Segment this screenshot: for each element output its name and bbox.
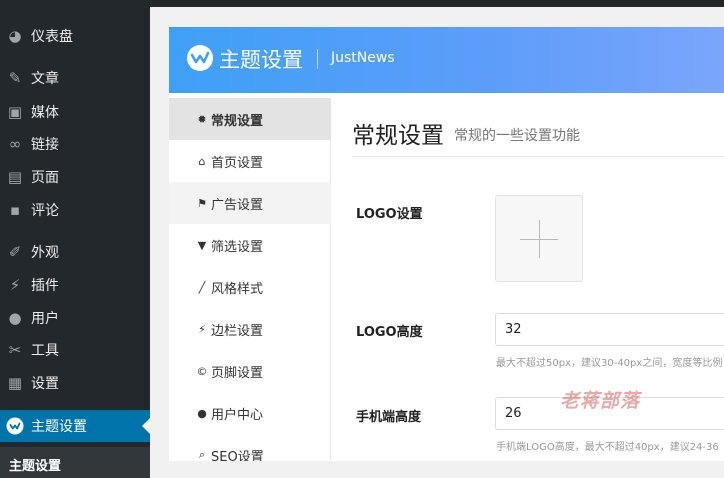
logo-height-label: LOGO高度 (356, 325, 423, 340)
page-bottom-edge (150, 461, 724, 478)
flag-icon: ⚑ (197, 196, 207, 210)
tab-label: 广告设置 (211, 197, 264, 213)
page-icon: ▤ (7, 168, 23, 186)
tab-ads[interactable]: ⚑ 广告设置 (169, 182, 331, 224)
wp-menu-label: 插件 (31, 278, 59, 294)
panel-header: 主题设置 JustNews (169, 27, 724, 93)
wp-menu-tools[interactable]: ✂ 工具 (0, 335, 150, 365)
theme-logo-icon (187, 45, 213, 71)
tab-label: 首页设置 (211, 155, 264, 171)
logo-height-input[interactable]: 32 (495, 313, 724, 346)
gear-icon: ✹ (197, 112, 207, 126)
tab-label: 风格样式 (211, 281, 264, 297)
wp-menu-label: 仪表盘 (31, 29, 73, 45)
wp-menu-label: 媒体 (31, 105, 59, 121)
tab-home[interactable]: ⌂ 首页设置 (169, 140, 331, 182)
media-icon: ▣ (7, 103, 23, 121)
theme-options-panel: 主题设置 JustNews ✹ 常规设置 ⌂ 首页设置 ⚑ 广告设置 ▼ 筛选设… (169, 27, 724, 478)
options-menu: ✹ 常规设置 ⌂ 首页设置 ⚑ 广告设置 ▼ 筛选设置 ╱ 风格样式 ⚡ 边栏设… (169, 98, 331, 478)
theme-logo-icon (6, 417, 24, 435)
settings-content: 常规设置 常规的一些设置功能 LOGO设置 LOGO高度 32 最大不超过50p… (332, 98, 724, 478)
tab-label: 筛选设置 (211, 239, 264, 255)
tab-footer[interactable]: © 页脚设置 (169, 350, 331, 392)
filter-icon: ▼ (197, 238, 207, 252)
wp-menu-posts[interactable]: ✎ 文章 (0, 63, 150, 93)
wp-admin-sidebar: ◕ 仪表盘 ✎ 文章 ▣ 媒体 ∞ 链接 ▤ 页面 ▪ 评论 ✐ 外观 ⚡ 插件… (0, 0, 150, 478)
tab-label: 页脚设置 (211, 365, 264, 381)
logo-upload-button[interactable] (495, 195, 583, 282)
wp-menu-label: 页面 (31, 170, 59, 186)
wp-menu-dashboard[interactable]: ◕ 仪表盘 (0, 21, 150, 51)
tab-label: 边栏设置 (211, 323, 264, 339)
home-icon: ⌂ (198, 154, 206, 168)
wp-submenu-theme-settings[interactable]: 主题设置 (9, 455, 61, 474)
wp-menu-theme-settings[interactable]: 主题设置 (0, 410, 150, 442)
theme-name: JustNews (331, 50, 395, 66)
wp-menu-appearance[interactable]: ✐ 外观 (0, 237, 150, 267)
section-divider (352, 156, 724, 157)
dashboard-icon: ◕ (8, 27, 22, 45)
tab-label: 用户中心 (211, 407, 264, 423)
admin-bar-edge (150, 0, 724, 7)
logo-label: LOGO设置 (356, 207, 423, 222)
wp-menu-label: 外观 (31, 245, 59, 261)
search-icon: ⌕ (198, 448, 206, 461)
wp-menu-settings[interactable]: ▦ 设置 (0, 368, 150, 398)
wp-menu-label: 链接 (31, 137, 59, 153)
logo-height-hint: 最大不超过50px，建议30-40px之间，宽度等比例 (496, 358, 723, 369)
header-divider (317, 49, 318, 69)
plus-icon (539, 220, 540, 258)
user-icon: ● (8, 309, 22, 327)
section-title: 常规设置 (352, 123, 444, 149)
wp-menu-label: 主题设置 (31, 419, 87, 435)
wp-menu-links[interactable]: ∞ 链接 (0, 129, 150, 159)
copyright-icon: © (196, 364, 208, 378)
pin-icon: ✎ (8, 69, 22, 87)
wp-menu-label: 评论 (31, 203, 59, 219)
mobile-height-hint: 手机端LOGO高度，最大不超过40px，建议24-36 (496, 442, 719, 453)
plug-icon: ⚡ (198, 322, 206, 336)
wrench-icon: ✂ (8, 341, 22, 359)
tab-user-center[interactable]: ● 用户中心 (169, 392, 331, 434)
wp-menu-plugins[interactable]: ⚡ 插件 (0, 270, 150, 300)
tab-label: 常规设置 (211, 113, 264, 129)
tab-filter[interactable]: ▼ 筛选设置 (169, 224, 331, 266)
tab-style[interactable]: ╱ 风格样式 (169, 266, 331, 308)
magic-wand-icon: ╱ (198, 280, 206, 294)
brush-icon: ✐ (8, 243, 22, 261)
panel-title: 主题设置 (219, 48, 303, 72)
wp-menu-label: 工具 (31, 343, 59, 359)
comment-icon: ▪ (9, 201, 21, 219)
plugin-icon: ⚡ (9, 276, 21, 294)
wp-menu-pages[interactable]: ▤ 页面 (0, 162, 150, 192)
wp-menu-label: 设置 (31, 376, 59, 392)
wp-submenu: 主题设置 (0, 447, 150, 478)
section-description: 常规的一些设置功能 (454, 128, 580, 144)
wp-menu-label: 文章 (31, 71, 59, 87)
wp-menu-comments[interactable]: ▪ 评论 (0, 195, 150, 225)
watermark: 老蒋部落 (560, 390, 641, 412)
link-icon: ∞ (8, 135, 22, 153)
tab-general[interactable]: ✹ 常规设置 (169, 98, 331, 140)
mobile-height-label: 手机端高度 (356, 410, 422, 425)
wp-menu-media[interactable]: ▣ 媒体 (0, 97, 150, 127)
settings-icon: ▦ (7, 374, 23, 392)
user-icon: ● (197, 406, 207, 420)
wp-menu-label: 用户 (31, 311, 59, 327)
tab-sidebar[interactable]: ⚡ 边栏设置 (169, 308, 331, 350)
wp-menu-users[interactable]: ● 用户 (0, 303, 150, 333)
